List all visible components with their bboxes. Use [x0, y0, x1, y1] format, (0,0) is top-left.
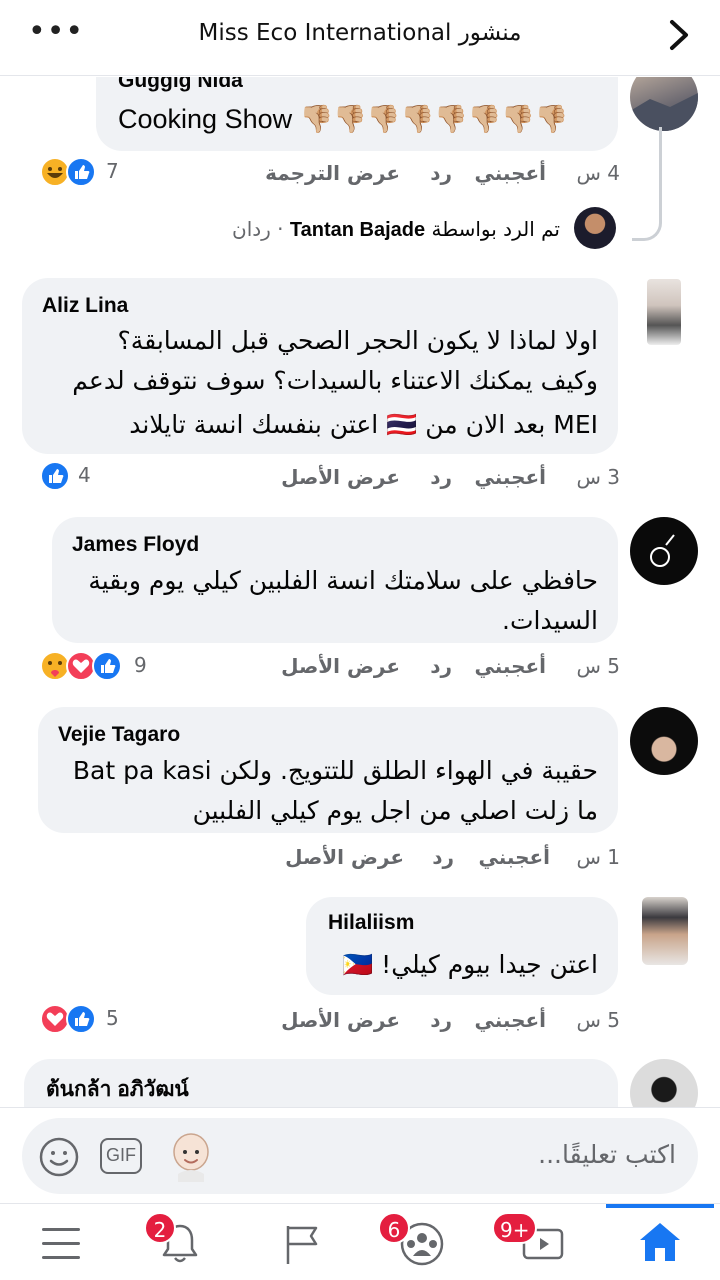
gif-button[interactable]: GIF [100, 1138, 142, 1174]
reaction-summary[interactable]: 4 [40, 461, 110, 491]
comment-author[interactable]: Aliz Lina [42, 294, 128, 318]
comment-text: Cooking Show 👎🏼👎🏼👎🏼👎🏼👎🏼👎🏼👎🏼👎🏼 [118, 104, 569, 134]
replies-count: · ردان [232, 217, 284, 241]
reaction-summary[interactable]: 9 [40, 651, 160, 681]
comment-text-line: حافظي على سلامتك انسة الفلبين كيلي يوم و… [88, 566, 598, 595]
comment-time: 5 س [576, 1008, 620, 1032]
comment-bubble: Vejie Tagaro حقيبة في الهواء الطلق للتتو… [38, 707, 618, 833]
comment-time: 5 س [576, 654, 620, 678]
reaction-summary[interactable]: 5 [40, 1004, 130, 1034]
comment-text-line: MEI بعد الان من 🇹🇭 اعتن بنفسك انسة تايلا… [129, 410, 598, 439]
comment-text-line: السيدات. [502, 606, 598, 635]
home-icon [640, 1223, 680, 1261]
chevron-right-icon[interactable] [666, 18, 692, 52]
comment-author[interactable]: Vejie Tagaro [58, 723, 180, 747]
comment-text-line: حقيبة في الهواء الطلق للتتويج. ولكن Bat … [72, 756, 598, 785]
avatar[interactable] [574, 207, 616, 249]
comments-list: Guggig Nida Cooking Show 👎🏼👎🏼👎🏼👎🏼👎🏼👎🏼👎🏼👎… [0, 77, 720, 1107]
reaction-count: 9 [134, 653, 147, 677]
reaction-count: 7 [106, 159, 119, 183]
like-reaction-icon [66, 1004, 96, 1034]
reply-button[interactable]: رد [430, 161, 452, 185]
reply-thread-line [632, 127, 662, 241]
like-reaction-icon [40, 461, 70, 491]
reply-button[interactable]: رد [430, 1008, 452, 1032]
menu-tab[interactable] [0, 1204, 120, 1280]
reaction-count: 5 [106, 1006, 119, 1030]
see-translation-button[interactable]: عرض الترجمة [265, 161, 400, 185]
comment-bubble: Aliz Lina اولا لماذا لا يكون الحجر الصحي… [22, 278, 618, 454]
like-button[interactable]: أعجبني [475, 465, 547, 489]
comment-bubble: Guggig Nida Cooking Show 👎🏼👎🏼👎🏼👎🏼👎🏼👎🏼👎🏼👎… [96, 77, 618, 151]
comment-input[interactable]: GIF اكتب تعليقًا... [22, 1118, 698, 1194]
comment-bubble: James Floyd حافظي على سلامتك انسة الفلبي… [52, 517, 618, 643]
groups-tab[interactable]: 6 [362, 1204, 482, 1280]
reaction-count: 4 [78, 463, 91, 487]
replied-author: Tantan Bajade [289, 219, 426, 241]
see-original-button[interactable]: عرض الأصل [281, 654, 400, 678]
comment-author[interactable]: Guggig Nida [118, 77, 243, 93]
avatar[interactable] [642, 897, 688, 965]
avatar-sticker-icon[interactable] [166, 1130, 216, 1182]
bottom-nav: 2 6 9+ [0, 1203, 720, 1280]
avatar[interactable] [630, 1059, 698, 1107]
reply-button[interactable]: رد [432, 845, 454, 869]
comment-actions: 1 س أعجبني رد عرض الأصل [270, 845, 620, 875]
page-title: Miss Eco International منشور [198, 20, 522, 46]
avatar[interactable] [630, 707, 698, 775]
avatar[interactable] [647, 279, 681, 345]
comment-bubble: ต้นกล้า อภิวัฒน์ [24, 1059, 618, 1107]
pages-tab[interactable] [242, 1204, 362, 1280]
replied-prefix: تم الرد بواسطة [431, 217, 560, 241]
home-tab[interactable] [600, 1204, 720, 1280]
reply-button[interactable]: رد [430, 465, 452, 489]
comment-time: 1 س [576, 845, 620, 869]
comment-actions: 5 س أعجبني رد عرض الأصل [270, 1008, 620, 1038]
comment-actions: 5 س أعجبني رد عرض الأصل [270, 654, 620, 684]
comment-actions: 4 س أعجبني رد عرض الترجمة [265, 161, 620, 191]
comment-composer-bar: GIF اكتب تعليقًا... [0, 1107, 720, 1203]
notifications-tab[interactable]: 2 [122, 1204, 242, 1280]
more-horizontal-icon[interactable]: ••• [28, 17, 84, 47]
comment-time: 4 س [576, 161, 620, 185]
watch-badge: 9+ [492, 1212, 538, 1244]
comment-author[interactable]: ต้นกล้า อภิวัฒน์ [46, 1073, 189, 1106]
see-original-button[interactable]: عرض الأصل [281, 1008, 400, 1032]
like-button[interactable]: أعجبني [475, 654, 547, 678]
like-button[interactable]: أعجبني [479, 845, 551, 869]
reply-button[interactable]: رد [430, 654, 452, 678]
reaction-summary[interactable]: 7 [40, 157, 130, 187]
avatar[interactable] [630, 517, 698, 585]
comment-text-line: وكيف يمكنك الاعتناء بالسيدات؟ سوف نتوقف … [72, 366, 598, 395]
comment-text-line: ما زلت اصلي من اجل يوم كيلي الفلبين [192, 796, 598, 825]
gif-label: GIF [106, 1145, 136, 1165]
comment-placeholder: اكتب تعليقًا... [538, 1140, 676, 1169]
groups-badge: 6 [378, 1212, 410, 1244]
see-original-button[interactable]: عرض الأصل [281, 465, 400, 489]
comment-bubble: Hilaliism اعتن جيدا بيوم كيلي! 🇵🇭 [306, 897, 618, 995]
avatar[interactable] [630, 77, 698, 131]
comment-text-line: اولا لماذا لا يكون الحجر الصحي قبل المسا… [117, 326, 598, 355]
notifications-badge: 2 [144, 1212, 176, 1244]
comment-time: 3 س [576, 465, 620, 489]
comment-text-line: اعتن جيدا بيوم كيلي! 🇵🇭 [342, 950, 598, 979]
top-bar: ••• Miss Eco International منشور [0, 0, 720, 76]
replied-by-row[interactable]: تم الرد بواسطة Tantan Bajade · ردان [160, 217, 560, 247]
like-button[interactable]: أعجبني [475, 1008, 547, 1032]
comment-actions: 3 س أعجبني رد عرض الأصل [270, 465, 620, 495]
active-tab-indicator [606, 1204, 714, 1208]
flag-icon [286, 1226, 318, 1264]
comment-author[interactable]: James Floyd [72, 533, 199, 557]
smiley-icon[interactable] [38, 1136, 80, 1178]
like-reaction-icon [92, 651, 122, 681]
like-button[interactable]: أعجبني [475, 161, 547, 185]
like-reaction-icon [66, 157, 96, 187]
hamburger-menu-icon [42, 1228, 80, 1259]
see-original-button[interactable]: عرض الأصل [285, 845, 404, 869]
watch-tab[interactable]: 9+ [482, 1204, 602, 1280]
comment-author[interactable]: Hilaliism [328, 911, 414, 935]
